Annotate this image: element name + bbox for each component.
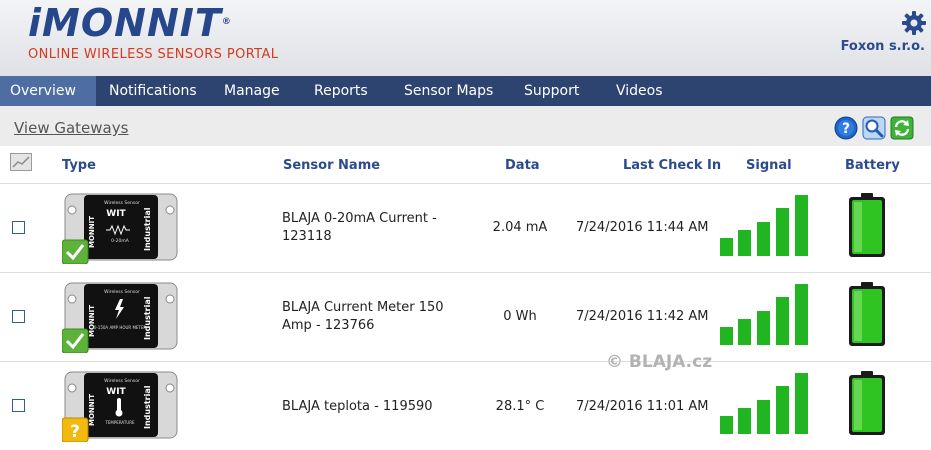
search-icon[interactable] [862, 116, 886, 140]
portal-tagline: ONLINE WIRELESS SENSORS PORTAL [28, 47, 279, 62]
battery-icon [849, 193, 885, 257]
main-nav: Overview Notifications Manage Reports Se… [0, 76, 931, 106]
sub-toolbar: View Gateways [0, 106, 931, 146]
sensor-device-image: Wireless Sensor 0-150A AMP HOUR METER MO… [62, 282, 178, 353]
device-label-text: 0-20mA [111, 238, 130, 244]
nav-videos[interactable]: Videos [603, 76, 693, 106]
column-last-check-in[interactable]: Last Check In [623, 158, 721, 173]
help-icon[interactable]: ? [834, 116, 858, 140]
chart-icon[interactable] [10, 153, 32, 171]
last-check-in: 7/24/2016 11:44 AM [576, 220, 709, 235]
device-brand-text: MONNIT [88, 216, 96, 248]
device-top-text: Wireless Sensor [104, 200, 140, 206]
device-side-text: Industrial [143, 207, 152, 251]
view-gateways-link[interactable]: View Gateways [14, 119, 128, 137]
nav-support[interactable]: Support [511, 76, 603, 106]
column-data[interactable]: Data [505, 158, 540, 173]
sensor-device-image: Wireless Sensor WIT TEMPERATURE MONNIT I… [62, 371, 178, 442]
device-top-text: Wireless Sensor [104, 378, 140, 384]
battery-icon [849, 282, 885, 346]
last-check-in: 7/24/2016 11:01 AM [576, 399, 709, 414]
device-model-text: WIT [106, 387, 126, 397]
sensor-name[interactable]: BLAJA 0-20mA Current - 123118 [282, 210, 472, 246]
sensor-name[interactable]: BLAJA teplota - 119590 [282, 398, 472, 416]
nav-notifications[interactable]: Notifications [96, 76, 211, 106]
device-side-text: Industrial [143, 385, 152, 429]
row-checkbox[interactable] [12, 221, 25, 234]
device-top-text: Wireless Sensor [104, 289, 140, 295]
sensor-data: 28.1° C [495, 399, 545, 414]
signal-strength-icon [720, 284, 808, 345]
nav-reports[interactable]: Reports [301, 76, 391, 106]
device-side-text: Industrial [143, 296, 152, 340]
last-check-in: 7/24/2016 11:42 AM [576, 309, 709, 324]
sensor-data: 2.04 mA [492, 220, 548, 235]
company-name[interactable]: Foxon s.r.o. [841, 39, 925, 54]
device-label-text: 0-150A AMP HOUR METER [94, 325, 147, 330]
status-unknown-icon: ? [62, 417, 89, 442]
sensor-name[interactable]: BLAJA Current Meter 150 Amp - 123766 [282, 299, 472, 335]
status-ok-icon [62, 239, 89, 264]
sensor-device-image: Wireless Sensor WIT 0-20mA MONNIT Indust… [62, 193, 178, 264]
column-signal[interactable]: Signal [746, 158, 792, 173]
sensor-data: 0 Wh [503, 309, 537, 324]
row-checkbox[interactable] [12, 399, 25, 412]
nav-manage[interactable]: Manage [211, 76, 301, 106]
table-row[interactable]: Wireless Sensor 0-150A AMP HOUR METER MO… [0, 273, 931, 362]
svg-text:?: ? [842, 121, 850, 137]
nav-sensor-maps[interactable]: Sensor Maps [391, 76, 511, 106]
battery-icon [849, 371, 885, 435]
svg-text:?: ? [70, 422, 80, 442]
nav-overview[interactable]: Overview [0, 76, 96, 106]
device-brand-text: MONNIT [88, 394, 96, 426]
signal-strength-icon [720, 195, 808, 256]
table-header: Type Sensor Name Data Last Check In Sign… [0, 146, 931, 184]
imonnit-logo[interactable]: iMONNIT® [28, 1, 232, 45]
device-label-text: TEMPERATURE [104, 420, 135, 425]
gear-icon[interactable] [901, 10, 927, 36]
app-header: iMONNIT® ONLINE WIRELESS SENSORS PORTAL … [0, 0, 931, 76]
column-sensor-name[interactable]: Sensor Name [283, 158, 380, 173]
table-row[interactable]: Wireless Sensor WIT TEMPERATURE MONNIT I… [0, 362, 931, 450]
device-brand-text: MONNIT [88, 305, 96, 337]
signal-strength-icon [720, 373, 808, 434]
device-model-text: WIT [106, 209, 126, 219]
status-ok-icon [62, 328, 89, 353]
table-row[interactable]: Wireless Sensor WIT 0-20mA MONNIT Indust… [0, 184, 931, 273]
column-type[interactable]: Type [62, 158, 96, 173]
refresh-icon[interactable] [890, 116, 914, 140]
column-battery[interactable]: Battery [845, 158, 900, 173]
watermark: © BLAJA.cz [606, 352, 713, 372]
row-checkbox[interactable] [12, 310, 25, 323]
